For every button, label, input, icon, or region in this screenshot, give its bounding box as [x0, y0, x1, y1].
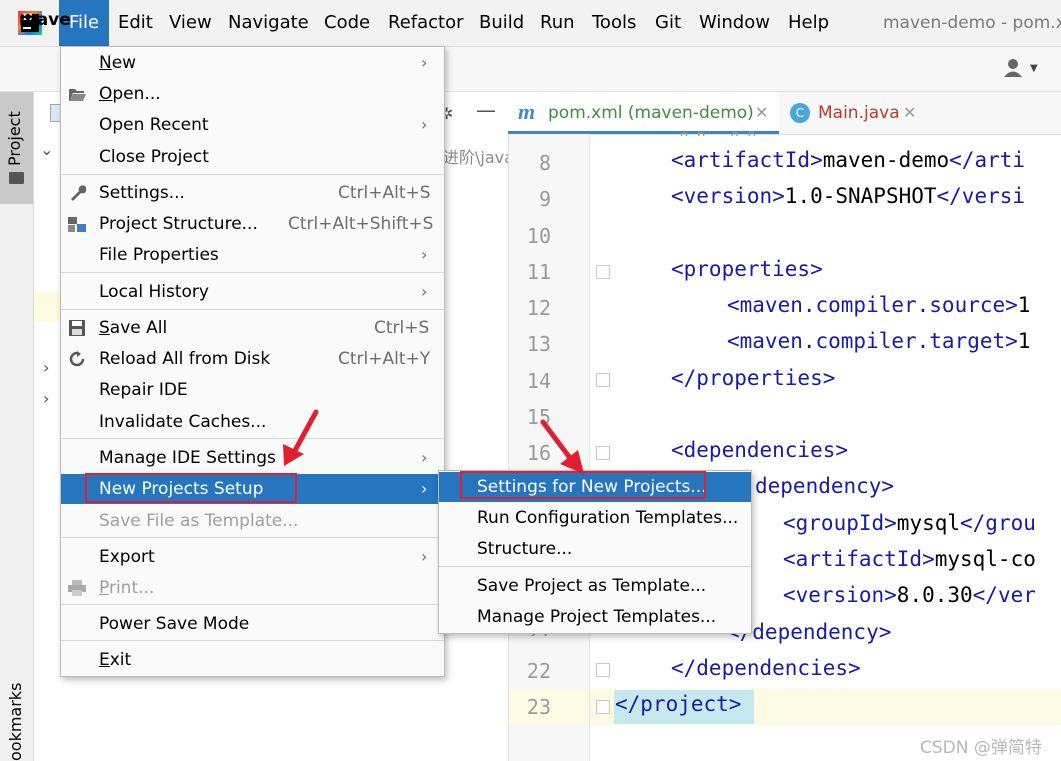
code-line[interactable]: <artifactId>maven-demo</arti [671, 148, 1025, 172]
submenu-item-save-project-as-template[interactable]: Save Project as Template... [439, 571, 751, 601]
menu-separator [439, 566, 751, 567]
menu-separator [61, 537, 444, 538]
menu-separator [61, 640, 444, 641]
menu-item-exit[interactable]: Exit [61, 645, 444, 675]
menu-window[interactable]: Window [699, 0, 770, 46]
project-structure-icon [68, 217, 86, 232]
menu-item-new[interactable]: New › [61, 48, 444, 78]
tab-pom-label[interactable]: pom.xml (maven-demo) [548, 103, 754, 123]
menu-separator [61, 309, 444, 310]
save-icon [69, 320, 85, 336]
fold-marker-icon[interactable] [596, 663, 610, 677]
menu-separator [61, 174, 444, 175]
folder-open-icon [69, 89, 86, 101]
annotation-box-new-projects-setup [85, 473, 297, 503]
project-name-breadcrumb[interactable]: mave [19, 10, 71, 30]
line-number: 23 [526, 695, 551, 719]
line-number: 11 [526, 260, 551, 284]
menu-separator [61, 438, 444, 439]
menu-item-manage-ide-settings[interactable]: Manage IDE Settings › [61, 443, 444, 473]
close-icon[interactable]: ✕ [903, 103, 916, 122]
menu-run[interactable]: Run [540, 0, 575, 46]
menu-git[interactable]: Git [655, 0, 681, 46]
code-line[interactable]: <artifactId>mysql-co [783, 547, 1036, 571]
tree-path-text: 进阶\java [443, 148, 514, 167]
menu-item-power-save-mode[interactable]: Power Save Mode [61, 609, 444, 639]
menu-separator [61, 604, 444, 605]
window-title: maven-demo - pom.x [883, 13, 1061, 33]
menu-separator [61, 272, 444, 273]
menu-code[interactable]: Code [324, 0, 370, 46]
submenu-item-structure[interactable]: Structure... [439, 534, 751, 564]
menu-item-settings[interactable]: Settings... Ctrl+Alt+S [61, 178, 444, 208]
fold-marker-icon[interactable] [596, 446, 610, 460]
partial-code-line: g p , g p [680, 128, 756, 136]
code-line[interactable]: </properties> [671, 366, 835, 390]
menu-view[interactable]: View [169, 0, 212, 46]
folder-icon [9, 172, 24, 184]
code-line[interactable]: </dependencies> [671, 656, 861, 680]
file-menu-dropdown: New › Open... Open Recent › Close Project … [60, 46, 445, 677]
watermark-text: CSDN @弹简特 [920, 738, 1042, 758]
menu-item-repair-ide[interactable]: Repair IDE [61, 375, 444, 405]
submenu-item-manage-project-templates[interactable]: Manage Project Templates... [439, 602, 751, 632]
project-tab-label[interactable]: Project [5, 111, 24, 166]
menu-item-export[interactable]: Export › [61, 542, 444, 572]
menu-item-print: Print... [61, 573, 444, 603]
line-number: 9 [538, 187, 551, 211]
menu-tools[interactable]: Tools [592, 0, 636, 46]
fold-marker-icon[interactable] [596, 700, 610, 714]
chevron-right-icon[interactable]: › [43, 389, 49, 408]
menu-item-project-structure[interactable]: Project Structure... Ctrl+Alt+Shift+S [61, 209, 444, 239]
code-line[interactable]: <maven.compiler.target>1 [727, 329, 1030, 353]
chevron-right-icon[interactable]: › [43, 358, 49, 377]
menu-item-invalidate-caches[interactable]: Invalidate Caches... [61, 407, 444, 437]
line-number: 12 [526, 296, 551, 320]
fold-marker-icon[interactable] [596, 265, 610, 279]
menu-navigate[interactable]: Navigate [228, 0, 309, 46]
submenu-item-run-configuration-templates[interactable]: Run Configuration Templates... [439, 503, 751, 533]
line-number: 10 [526, 224, 551, 248]
menu-refactor[interactable]: Refactor [388, 0, 464, 46]
line-number: 22 [526, 659, 551, 683]
chevron-down-icon[interactable]: ⌄ [40, 140, 53, 159]
wrench-icon [71, 185, 86, 201]
line-number: 13 [526, 332, 551, 356]
tab-main-label[interactable]: Main.java [818, 103, 900, 123]
line-number: 14 [526, 369, 551, 393]
menu-item-open[interactable]: Open... [61, 79, 444, 109]
user-icon[interactable] [1004, 58, 1026, 78]
code-line[interactable]: </project> [615, 692, 741, 716]
code-line[interactable]: <properties> [671, 257, 823, 281]
code-line[interactable]: <groupId>mysql</grou [783, 511, 1036, 535]
annotation-arrow-icon [540, 419, 584, 474]
java-class-icon: C [790, 103, 810, 123]
chevron-down-icon[interactable]: ▼ [1030, 63, 1038, 74]
menu-item-save-file-as-template: Save File as Template... [99, 511, 299, 531]
code-line[interactable]: <version>8.0.30</ver [783, 583, 1036, 607]
menu-build[interactable]: Build [479, 0, 524, 46]
menu-item-reload-all[interactable]: Reload All from Disk Ctrl+Alt+Y [61, 344, 444, 374]
close-icon[interactable]: ✕ [755, 103, 768, 122]
maven-icon: m [518, 99, 536, 124]
minimize-icon[interactable]: — [476, 98, 496, 122]
line-number: 8 [538, 151, 551, 175]
menu-item-close-project[interactable]: Close Project [61, 142, 444, 172]
menu-help[interactable]: Help [788, 0, 829, 46]
bookmarks-tab-label[interactable]: ookmarks [6, 683, 25, 761]
menu-item-local-history[interactable]: Local History › [61, 277, 444, 307]
menu-item-file-properties[interactable]: File Properties › [61, 240, 444, 270]
menu-item-open-recent[interactable]: Open Recent › [61, 110, 444, 140]
annotation-arrow-icon [283, 409, 319, 466]
code-line[interactable]: <version>1.0-SNAPSHOT</versi [671, 184, 1025, 208]
printer-icon [68, 580, 86, 596]
reload-icon [69, 351, 85, 367]
fold-marker-icon[interactable] [596, 373, 610, 387]
code-line[interactable]: <dependencies> [671, 438, 848, 462]
code-line[interactable]: <maven.compiler.source>1 [727, 293, 1030, 317]
menu-item-save-all[interactable]: Save All Ctrl+S [61, 313, 444, 343]
code-line[interactable]: dependency> [755, 474, 894, 498]
menu-edit[interactable]: Edit [118, 0, 153, 46]
